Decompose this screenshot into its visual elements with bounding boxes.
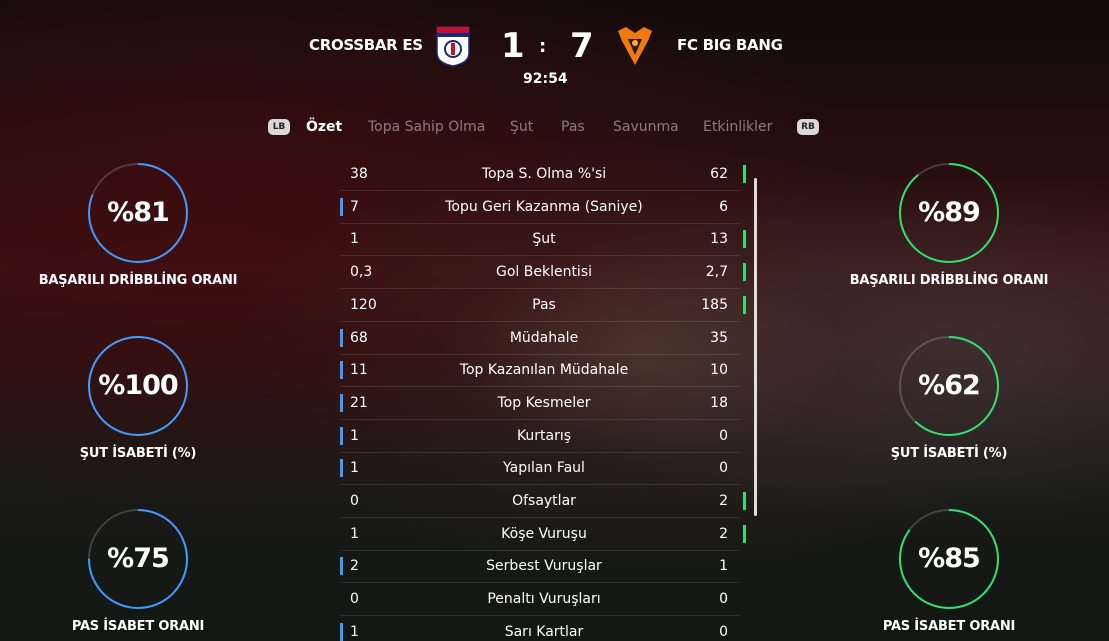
stat-row: 0 Penaltı Vuruşları 0 [340,583,740,617]
away-stat-value: 0 [719,460,728,477]
away-lead-indicator [743,524,746,543]
away-stat-value: 1 [719,558,728,575]
away-pass-label: PAS İSABET ORANI [882,619,1016,634]
stat-label: Kurtarış [516,427,572,444]
away-lead-indicator [743,492,746,510]
away-stat-value: 0 [719,427,728,444]
tab-topa-sahip-olma[interactable]: Topa Sahip Olma [368,119,485,135]
away-shot-ring: %62 [897,334,1001,438]
stat-label: Gol Beklentisi [495,264,593,281]
away-shot-label: ŞUT İSABETİ (%) [890,446,1008,461]
away-stat-value: 13 [710,231,728,248]
stat-label: Müdahale [509,329,579,346]
lb-bumper-icon[interactable]: LB [268,119,290,135]
away-stat-value: 2,7 [705,264,728,281]
away-dribble-label: BAŞARILI DRİBBLİNG ORANI [849,273,1049,288]
stat-label: Sarı Kartlar [504,623,584,640]
stat-label: Topu Geri Kazanma (Saniye) [445,198,643,215]
home-pass-label: PAS İSABET ORANI [71,619,205,634]
stat-row: 0,3 Gol Beklentisi 2,7 [340,256,746,290]
home-team-name: CROSSBAR ES [309,36,423,54]
stat-label: Top Kazanılan Müdahale [459,362,629,379]
stat-row: 21 Top Kesmeler 18 [340,387,740,420]
home-pass-value: %75 [107,543,170,574]
away-shot-value: %62 [918,370,981,401]
stat-row: 11 Top Kazanılan Müdahale 10 [340,354,740,388]
match-clock: 92:54 [523,71,568,87]
stat-label: Köşe Vuruşu [501,525,587,542]
away-score: 7 [570,26,594,66]
away-stat-value: 0 [719,623,728,640]
stat-row: 38 Topa S. Olma %'si 62 [340,158,746,191]
away-pass-ring: %85 [897,507,1001,611]
away-lead-indicator [743,165,746,183]
away-stat-value: 35 [710,329,728,346]
away-stat-value: 0 [719,591,728,608]
away-team-name: FC BIG BANG [677,36,783,54]
away-stat-value: 18 [710,394,728,411]
stat-row: 120 Pas 185 [340,289,746,322]
rb-bumper-icon[interactable]: RB [797,119,819,135]
stat-label: Pas [532,296,556,313]
home-dribble-ring: %81 [86,161,190,265]
stat-label: Top Kesmeler [497,394,591,411]
away-lead-indicator [743,295,746,314]
stat-label: Yapılan Faul [503,460,585,477]
stat-row: 7 Topu Geri Kazanma (Saniye) 6 [340,191,740,224]
stat-label: Topa S. Olma %'si [481,166,607,182]
away-dribble-ring: %89 [897,161,1001,265]
tab-savunma[interactable]: Savunma [613,119,679,135]
home-shot-value: %100 [98,370,178,401]
tab-sut[interactable]: Şut [510,119,533,135]
away-lead-indicator [743,263,746,282]
stats-scrollbar[interactable] [754,178,757,516]
stat-row: 1 Köşe Vuruşu 2 [340,518,746,551]
home-shot-ring: %100 [86,334,190,438]
home-dribble-label: BAŞARILI DRİBBLİNG ORANI [38,273,238,288]
away-pass-value: %85 [918,543,981,574]
tab-ozet[interactable]: Özet [306,119,342,135]
stat-row: 0 Ofsaytlar 2 [340,485,746,518]
stat-label: Serbest Vuruşlar [486,558,602,575]
home-dribble-value: %81 [107,197,170,228]
away-lead-indicator [743,230,746,249]
away-stat-value: 62 [710,166,728,182]
home-team-crest [434,25,472,67]
away-stat-value: 10 [710,362,728,379]
away-stat-value: 2 [719,493,728,509]
away-stat-value: 2 [719,525,728,542]
stat-label: Ofsaytlar [512,493,576,509]
away-dribble-value: %89 [918,197,981,228]
stat-row: 1 Sarı Kartlar 0 [340,616,740,641]
stat-label: Şut [532,231,556,248]
stat-row: 1 Şut 13 [340,223,746,257]
tab-pas[interactable]: Pas [561,119,585,135]
stats-table[interactable]: 38 Topa S. Olma %'si 62 7 Topu Geri Kazanma … [340,158,748,641]
stat-row: 1 Yapılan Faul 0 [340,452,740,486]
stat-row: 68 Müdahale 35 [340,322,740,355]
home-score: 1 [501,26,525,66]
stat-row: 1 Kurtarış 0 [340,420,740,453]
away-stat-value: 185 [701,296,728,313]
stat-row: 2 Serbest Vuruşlar 1 [340,550,740,584]
score-separator: : [539,36,547,57]
home-pass-ring: %75 [86,507,190,611]
away-stat-value: 6 [719,198,728,215]
stat-label: Penaltı Vuruşları [487,591,601,608]
tab-etkinlikler[interactable]: Etkinlikler [703,119,772,135]
away-team-crest [616,25,654,67]
home-shot-label: ŞUT İSABETİ (%) [79,446,197,461]
